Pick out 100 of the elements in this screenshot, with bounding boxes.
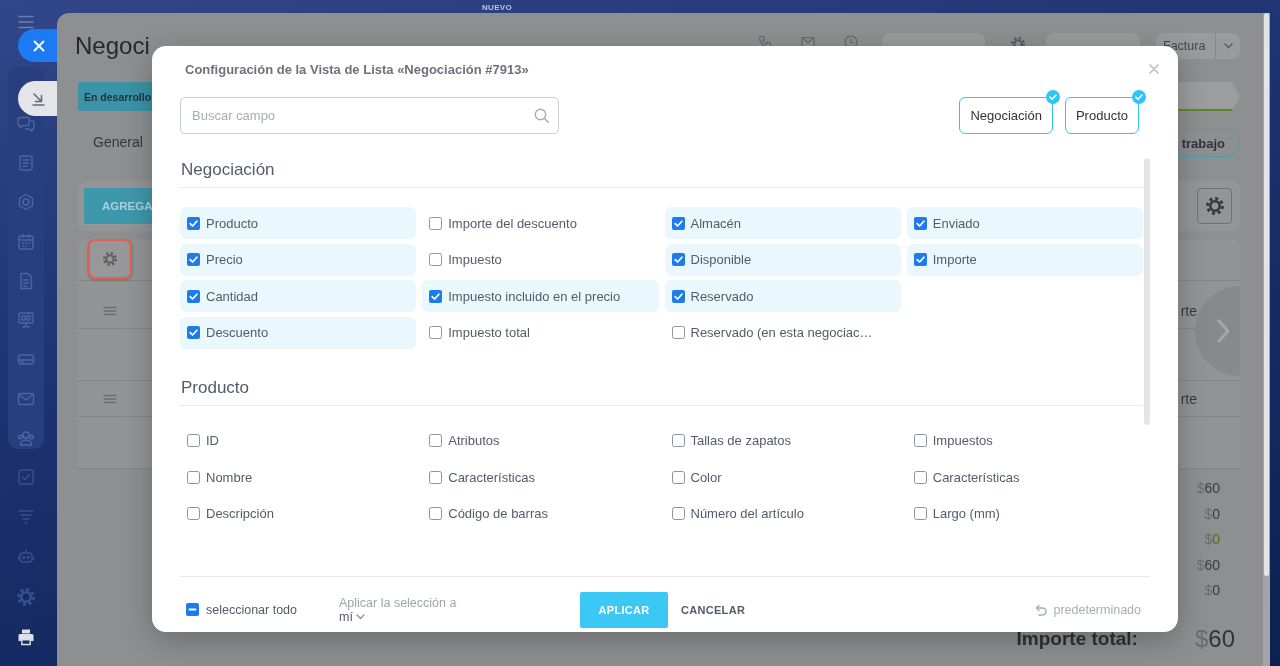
scrollbar[interactable] — [1263, 13, 1270, 666]
hexagon-icon[interactable] — [17, 193, 35, 212]
checkbox[interactable] — [429, 507, 443, 520]
total-amount: $60 — [1196, 479, 1220, 498]
filter-chip[interactable]: Negociación — [959, 97, 1053, 134]
tab[interactable]: General — [93, 130, 143, 156]
checkbox[interactable] — [913, 434, 927, 447]
field-option[interactable]: Largo (mm) — [906, 497, 1143, 530]
field-option[interactable]: Precio — [180, 243, 417, 276]
field-option[interactable]: Atributos — [422, 424, 659, 457]
field-option[interactable]: Reservado (en esta negociac… — [664, 316, 901, 349]
checkbox[interactable] — [187, 507, 200, 520]
checkbox[interactable] — [671, 216, 685, 230]
section-heading: Producto — [180, 377, 1143, 406]
checkbox[interactable] — [671, 470, 685, 484]
field-option[interactable]: Número del artículo — [664, 497, 901, 530]
drag-handle-icon[interactable] — [103, 393, 117, 404]
calendar-icon[interactable] — [17, 232, 35, 251]
checkbox[interactable] — [913, 253, 927, 266]
section-heading: Negociación — [180, 160, 1143, 188]
search-icon — [534, 108, 549, 123]
grand-total-amount: $60 — [1194, 624, 1235, 653]
field-option[interactable]: Disponible — [664, 243, 901, 276]
select-all-option[interactable]: seleccionar todo — [186, 602, 339, 617]
cancel-button[interactable]: CANCELAR — [681, 591, 746, 628]
checkbox[interactable] — [429, 253, 443, 266]
checkbox[interactable] — [187, 216, 200, 230]
checkbox[interactable] — [671, 326, 685, 339]
check-badge-icon — [1045, 90, 1060, 104]
field-option[interactable]: Reservado — [664, 280, 901, 312]
checkbox[interactable] — [671, 507, 685, 520]
checkbox[interactable] — [187, 470, 200, 484]
checkbox[interactable] — [187, 253, 200, 266]
dialog-title: Configuración de la Vista de Lista «Negociación #7913» — [185, 61, 529, 77]
field-option[interactable]: Importe del descuento — [422, 207, 659, 239]
checkbox[interactable] — [429, 434, 443, 447]
checkbox[interactable] — [187, 434, 200, 447]
filter-chip[interactable]: Producto — [1064, 97, 1139, 134]
column-settings-button[interactable] — [88, 239, 132, 279]
total-amount: $60 — [1196, 555, 1220, 575]
field-option[interactable]: Tallas de zapatos — [664, 424, 901, 457]
field-option[interactable]: Descripción — [180, 497, 417, 530]
checkbox[interactable] — [187, 326, 200, 339]
checkbox[interactable] — [429, 289, 443, 303]
scrollbar[interactable] — [1144, 158, 1150, 425]
checkbox[interactable] — [186, 603, 199, 616]
newspaper-icon[interactable] — [17, 154, 35, 173]
close-icon[interactable] — [1149, 64, 1159, 74]
arrow-down-right-icon — [31, 91, 46, 106]
field-option[interactable]: Enviado — [906, 207, 1143, 239]
field-option[interactable]: Impuesto incluido en el precio — [422, 280, 659, 312]
field-option[interactable]: ID — [180, 424, 417, 457]
field-option[interactable]: Producto — [180, 207, 417, 239]
gear-icon[interactable] — [17, 588, 35, 606]
chat-icon[interactable] — [17, 114, 35, 133]
close-button[interactable] — [18, 29, 57, 62]
field-option[interactable]: Almacén — [664, 207, 901, 239]
grand-total-label: Importe total: — [1016, 627, 1138, 650]
field-option[interactable]: Color — [664, 461, 901, 493]
total-amount: $0 — [1204, 581, 1220, 600]
phone-icon[interactable] — [758, 35, 772, 49]
checkbox[interactable] — [671, 253, 685, 266]
clock-icon[interactable] — [844, 35, 858, 49]
field-option[interactable]: Código de barras — [422, 497, 659, 530]
field-option[interactable]: Descuento — [180, 316, 417, 349]
settings-button[interactable] — [1197, 188, 1232, 224]
field-option[interactable]: Importe — [906, 243, 1143, 276]
people-icon[interactable] — [17, 428, 35, 447]
caret-icon — [355, 613, 365, 620]
checkbox[interactable] — [187, 289, 200, 303]
checkbox[interactable] — [429, 216, 443, 230]
checkbox[interactable] — [671, 434, 685, 447]
envelope-icon[interactable] — [801, 35, 815, 49]
document-icon[interactable] — [17, 271, 35, 290]
checkbox[interactable] — [429, 326, 443, 339]
field-option[interactable]: Impuesto — [422, 243, 659, 276]
checkbox[interactable] — [913, 470, 927, 484]
apply-to-label: Aplicar la selección a — [339, 595, 457, 610]
apply-to-dropdown[interactable]: mí — [339, 609, 365, 624]
checkbox[interactable] — [429, 470, 443, 484]
field-option[interactable]: Características — [422, 461, 659, 493]
field-option[interactable]: Cantidad — [180, 280, 417, 312]
collapse-button[interactable] — [18, 81, 57, 116]
field-option[interactable]: Nombre — [180, 461, 417, 493]
field-option[interactable]: Impuestos — [906, 424, 1143, 457]
checkbox-icon[interactable] — [17, 468, 35, 486]
drag-handle-icon[interactable] — [103, 305, 117, 316]
checkbox[interactable] — [913, 216, 927, 230]
checkbox[interactable] — [671, 289, 685, 303]
deal-title: Negoci — [75, 32, 150, 60]
field-option[interactable]: Características — [906, 461, 1143, 493]
printer-icon[interactable] — [17, 628, 35, 646]
presentation-board-icon[interactable] — [17, 311, 35, 330]
checkbox[interactable] — [913, 507, 927, 520]
search-field[interactable]: Buscar campo — [180, 97, 559, 134]
chevron-right-icon — [1217, 319, 1230, 343]
robot-icon[interactable] — [17, 548, 35, 566]
field-option[interactable]: Impuesto total — [422, 316, 659, 349]
menu-icon[interactable] — [18, 15, 34, 29]
check-badge-icon — [1132, 90, 1146, 104]
